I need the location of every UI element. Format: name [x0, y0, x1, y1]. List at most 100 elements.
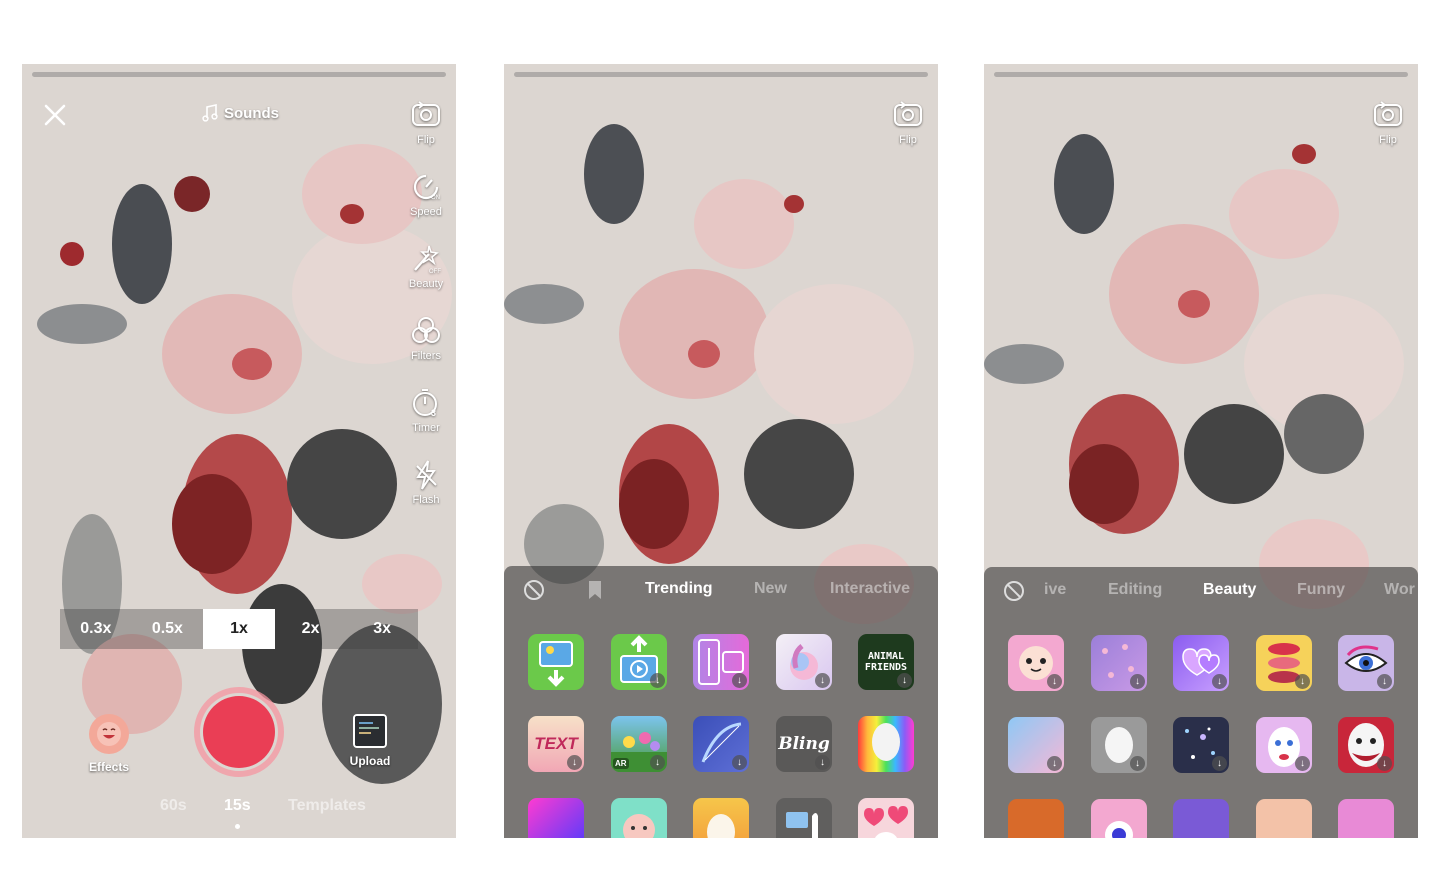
- svg-text:3: 3: [431, 408, 436, 418]
- effect-tile-green-screen-video[interactable]: ↓: [611, 634, 667, 690]
- record-button[interactable]: [194, 687, 284, 777]
- svg-text:ON: ON: [431, 195, 440, 201]
- effect-tile-eye-makeup[interactable]: ↓: [1338, 635, 1394, 691]
- speed-option-0.5x[interactable]: 0.5x: [132, 609, 204, 649]
- download-icon: ↓: [1130, 756, 1145, 771]
- timer-label: Timer: [412, 422, 440, 434]
- effect-tile-soft-gradient[interactable]: ↓: [1008, 717, 1064, 773]
- capture-mode-selector: 60s 15s Templates: [22, 797, 456, 821]
- effect-tile-lips[interactable]: ↓: [1256, 635, 1312, 691]
- effect-tile-sparkles[interactable]: ↓: [1173, 717, 1229, 773]
- effect-tile-gradient-orb[interactable]: ↓: [776, 634, 832, 690]
- flip-button[interactable]: Flip: [1364, 98, 1412, 146]
- tab-beauty[interactable]: Beauty: [1203, 581, 1256, 599]
- cute-face-icon: [623, 814, 655, 838]
- tab-new[interactable]: New: [754, 580, 787, 598]
- flip-camera-icon: [894, 101, 922, 126]
- face-outline-icon: [707, 814, 735, 838]
- beauty-button[interactable]: OFF Beauty: [402, 242, 450, 314]
- speed-label: Speed: [410, 206, 442, 218]
- tab-editing[interactable]: Editing: [1108, 581, 1162, 599]
- speed-button[interactable]: ON Speed: [402, 170, 450, 242]
- mode-60s[interactable]: 60s: [160, 797, 187, 815]
- upload-button[interactable]: Upload: [342, 714, 398, 768]
- effect-tile-text[interactable]: TEXT ↓: [528, 716, 584, 772]
- mode-templates[interactable]: Templates: [288, 797, 366, 815]
- download-icon: ↓: [1047, 674, 1062, 689]
- download-icon: ↓: [1212, 674, 1227, 689]
- effect-tile-galaxy-face[interactable]: [1173, 799, 1229, 838]
- flip-button[interactable]: Flip: [884, 98, 932, 146]
- effect-tile-color-gradient[interactable]: [528, 798, 584, 838]
- effect-tile-rainbow-face[interactable]: [858, 716, 914, 772]
- effect-tile-hand-gesture[interactable]: [776, 798, 832, 838]
- effects-button[interactable]: Effects: [84, 714, 134, 774]
- download-icon: ↓: [650, 755, 665, 770]
- effects-screen-trending: Flip Trending New Interactive ↓ ↓ ↓ ANIM…: [504, 64, 938, 838]
- download-icon: ↓: [1377, 756, 1392, 771]
- effect-tile-clown-face[interactable]: ↓: [1256, 717, 1312, 773]
- effect-tile-fire-face[interactable]: [1008, 799, 1064, 838]
- effects-panel: Trending New Interactive ↓ ↓ ↓ ANIMAL FR…: [504, 566, 938, 838]
- download-icon: ↓: [1212, 756, 1227, 771]
- eye-icon: [1105, 821, 1133, 838]
- effect-tile-cute-face[interactable]: [611, 798, 667, 838]
- camera-screen: Sounds Flip ON Speed OFF Beauty Filters …: [22, 64, 456, 838]
- effect-tile-animal-friends[interactable]: ANIMAL FRIENDS ↓: [858, 634, 914, 690]
- effect-tile-glam-face[interactable]: [1338, 799, 1394, 838]
- flash-icon: [416, 460, 437, 490]
- hand-icon: [786, 812, 818, 838]
- flip-camera-icon: [1374, 101, 1402, 126]
- flash-label: Flash: [412, 494, 440, 506]
- filters-label: Filters: [411, 350, 441, 362]
- effect-tile-split-screen[interactable]: ↓: [693, 634, 749, 690]
- effect-tile-petals[interactable]: ↓: [1091, 635, 1147, 691]
- effect-tile-hearts-glow[interactable]: ↓: [1173, 635, 1229, 691]
- sounds-label: Sounds: [224, 104, 279, 122]
- record-button-core: [203, 696, 275, 768]
- effect-tile-ar-garden[interactable]: AR ↓: [611, 716, 667, 772]
- speed-option-2x[interactable]: 2x: [275, 609, 347, 649]
- filters-button[interactable]: Filters: [402, 314, 450, 386]
- image-down-icon: [539, 641, 573, 687]
- tab-funny[interactable]: Funny: [1297, 581, 1345, 599]
- sounds-button[interactable]: Sounds: [202, 102, 279, 124]
- tab-interactive-partial[interactable]: ive: [1044, 581, 1066, 599]
- no-effect-icon[interactable]: [522, 578, 546, 602]
- speed-option-0.3x[interactable]: 0.3x: [60, 609, 132, 649]
- effect-tile-bow[interactable]: ↓: [693, 716, 749, 772]
- effect-tile-hearts[interactable]: [858, 798, 914, 838]
- effect-tile-big-eye[interactable]: [1091, 799, 1147, 838]
- flip-label: Flip: [899, 134, 917, 146]
- download-icon: ↓: [732, 673, 747, 688]
- download-icon: ↓: [1295, 674, 1310, 689]
- download-icon: ↓: [815, 755, 830, 770]
- effect-tile-kawaii-face[interactable]: ↓: [1008, 635, 1064, 691]
- tab-world-partial[interactable]: Wor: [1384, 581, 1415, 599]
- flash-button[interactable]: Flash: [402, 458, 450, 530]
- effect-tile-golden-face[interactable]: [693, 798, 749, 838]
- tab-interactive[interactable]: Interactive: [830, 580, 910, 598]
- timer-button[interactable]: 3 Timer: [402, 386, 450, 458]
- bookmark-icon[interactable]: [588, 580, 602, 600]
- speed-option-3x[interactable]: 3x: [346, 609, 418, 649]
- effect-tile-face-shape[interactable]: ↓: [1091, 717, 1147, 773]
- flip-button[interactable]: Flip: [402, 98, 450, 170]
- download-icon: ↓: [1130, 674, 1145, 689]
- mode-indicator-dot: [235, 824, 240, 829]
- effect-tile-bling[interactable]: Bling ↓: [776, 716, 832, 772]
- download-icon: ↓: [1295, 756, 1310, 771]
- effect-tile-scary-clown[interactable]: ↓: [1338, 717, 1394, 773]
- effect-tile-green-screen-image[interactable]: [528, 634, 584, 690]
- effects-panel: ive Editing Beauty Funny Wor ↓ ↓ ↓ ↓ ↓ ↓…: [984, 567, 1418, 838]
- speed-icon: ON: [413, 174, 440, 201]
- speed-option-1x[interactable]: 1x: [203, 609, 275, 649]
- mode-15s[interactable]: 15s: [224, 797, 251, 815]
- effect-tile-nose-lips[interactable]: [1256, 799, 1312, 838]
- camera-tools-sidebar: Flip ON Speed OFF Beauty Filters 3 Timer…: [402, 98, 450, 530]
- tab-trending[interactable]: Trending: [645, 580, 713, 598]
- no-effect-icon[interactable]: [1002, 579, 1026, 603]
- close-icon[interactable]: [42, 102, 68, 128]
- download-icon: ↓: [1047, 756, 1062, 771]
- recording-progress-track: [32, 72, 446, 77]
